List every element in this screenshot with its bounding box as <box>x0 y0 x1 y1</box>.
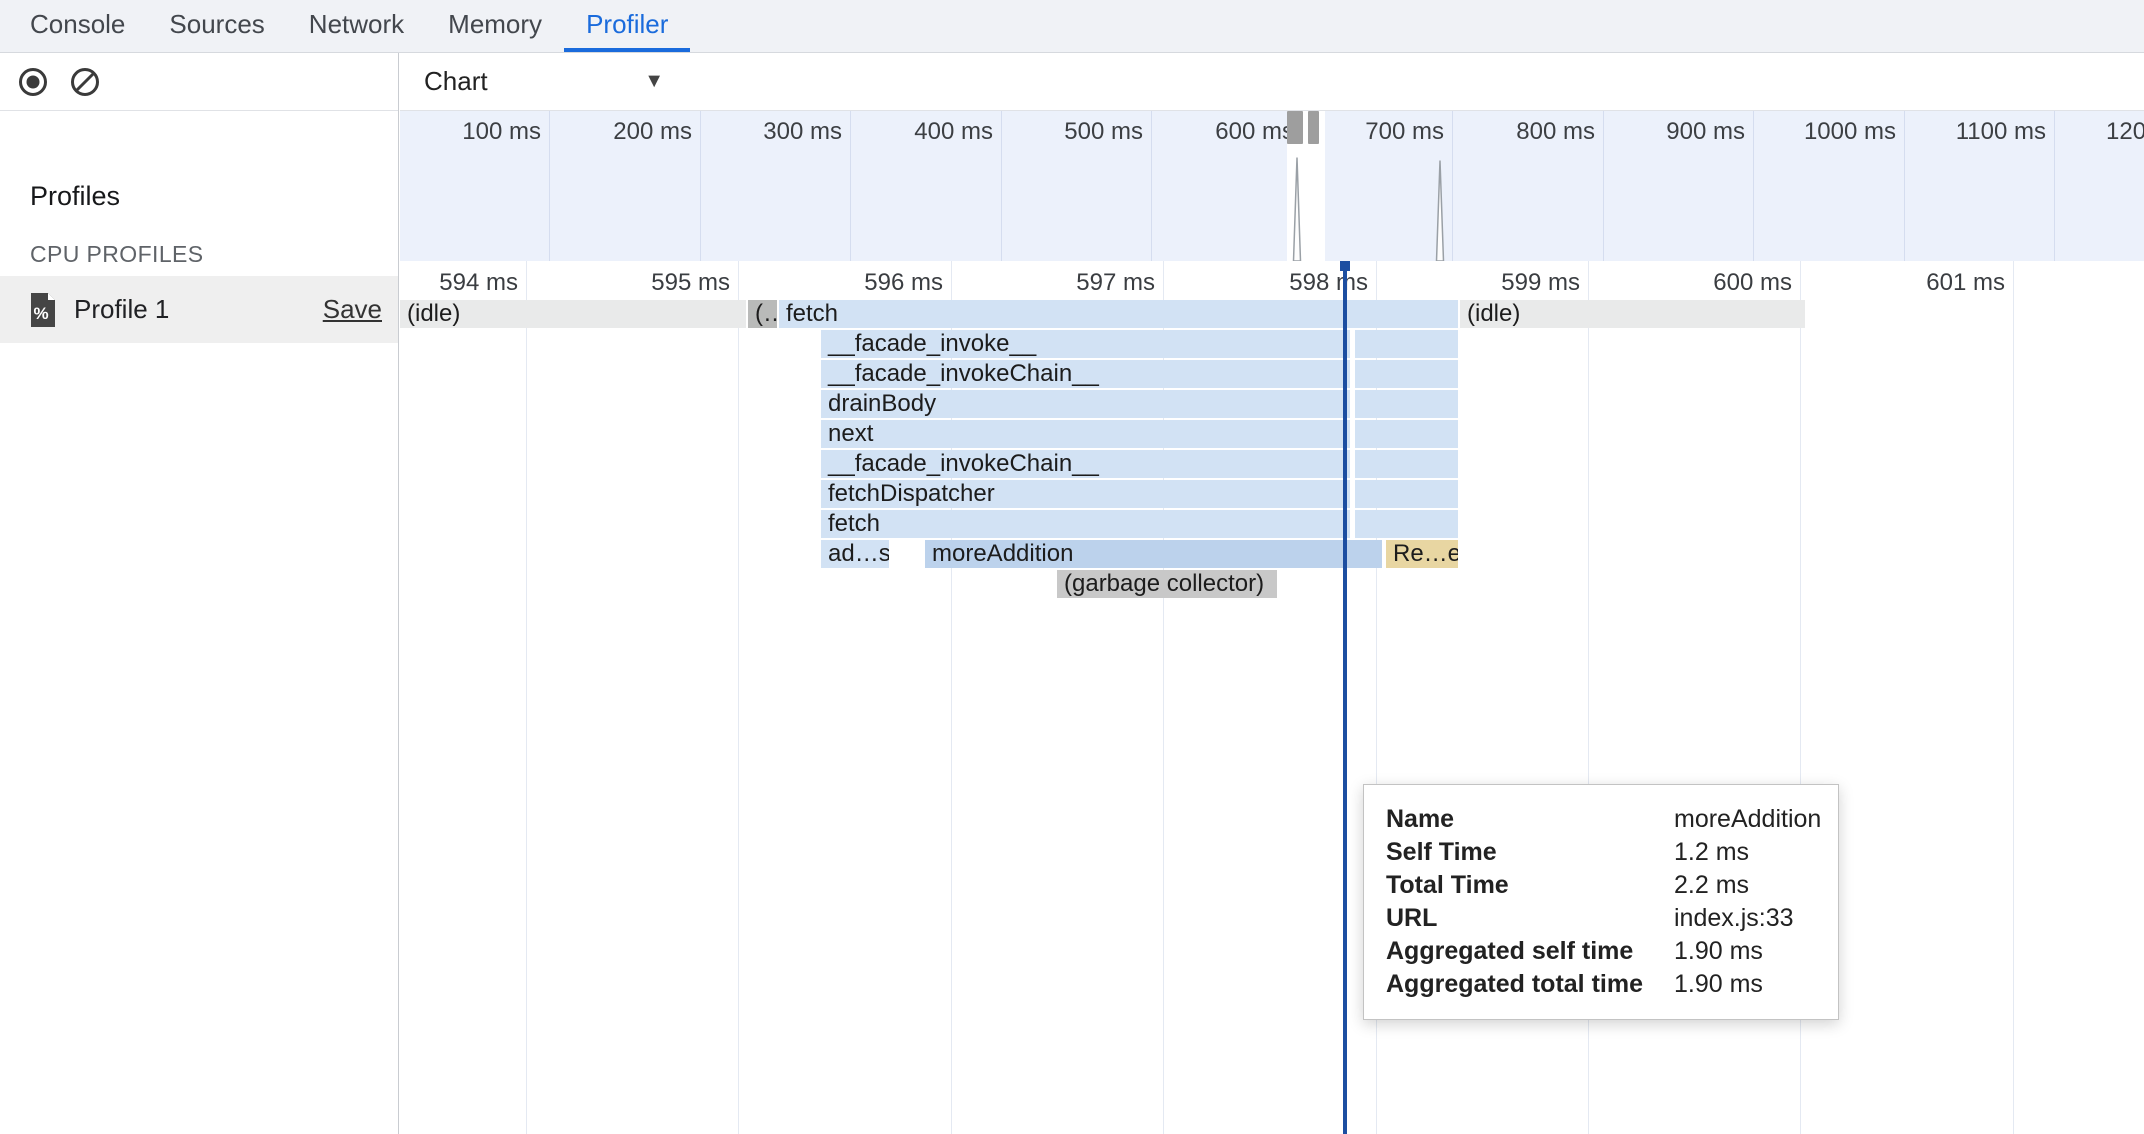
flame-ruler-label: 600 ms <box>1642 269 1792 297</box>
record-profile-button[interactable] <box>16 65 50 99</box>
flame-bar-idle[interactable]: (idle) <box>400 300 746 328</box>
chevron-down-icon: ▼ <box>644 70 664 93</box>
overview-tick-label: 600 ms <box>1144 118 1294 146</box>
tooltip-value: moreAddition <box>1674 803 1821 836</box>
selection-handle[interactable] <box>1308 111 1319 144</box>
current-time-line[interactable] <box>1343 261 1347 1134</box>
flame-bar-drainbody[interactable]: drainBody <box>821 390 1350 418</box>
profiles-sidebar: Profiles CPU PROFILES % Profile 1 Save <box>0 53 399 1134</box>
flame-bar-facade-invokechain[interactable] <box>1355 360 1458 388</box>
tooltip-row: Self Time1.2 ms <box>1386 836 1816 869</box>
tab-bar: ConsoleSourcesNetworkMemoryProfiler <box>0 0 2144 53</box>
flame-gridline <box>738 261 739 1134</box>
flame-ruler-label: 594 ms <box>400 269 518 297</box>
tooltip-value: index.js:33 <box>1674 902 1816 935</box>
flame-ruler-label: 599 ms <box>1430 269 1580 297</box>
tooltip-label: URL <box>1386 902 1674 935</box>
tooltip-value: 1.90 ms <box>1674 935 1816 968</box>
flame-bar-moreaddition[interactable]: moreAddition <box>925 540 1382 568</box>
flame-bar-facade-invokechain[interactable] <box>1355 450 1458 478</box>
tooltip-row: Aggregated total time1.90 ms <box>1386 968 1816 1001</box>
overview-tick-label: 800 ms <box>1445 118 1595 146</box>
overview-tick-label: 900 ms <box>1595 118 1745 146</box>
flame-bar-addnumbers[interactable]: ad…s <box>821 540 889 568</box>
overview-tick-label: 100 ms <box>400 118 541 146</box>
profiles-title: Profiles <box>30 181 120 212</box>
flame-ruler-label: 596 ms <box>793 269 943 297</box>
flame-bar-fetchdispatcher[interactable]: fetchDispatcher <box>821 480 1350 508</box>
flame-bar-drainbody[interactable] <box>1355 390 1458 418</box>
selection-handle[interactable] <box>1287 111 1303 144</box>
clear-icon <box>69 66 101 98</box>
flame-bar-fetchdispatcher[interactable] <box>1355 480 1458 508</box>
flame-bar-next[interactable]: next <box>821 420 1350 448</box>
profile-item-profile-1[interactable]: % Profile 1 Save <box>0 276 398 343</box>
overview-tick-label: 1000 ms <box>1746 118 1896 146</box>
record-icon <box>17 66 49 98</box>
tab-memory[interactable]: Memory <box>426 0 564 52</box>
overview-tick-label: 1200 ms <box>2106 118 2144 146</box>
tooltip-label: Aggregated self time <box>1386 935 1674 968</box>
overview-tick-label: 500 ms <box>993 118 1143 146</box>
profile-document-icon: % <box>28 292 58 328</box>
overview-tick-label: 1100 ms <box>1896 118 2046 146</box>
flame-bar-truncated[interactable]: (… <box>748 300 777 328</box>
flame-gridline <box>2013 261 2014 1134</box>
flame-bar-facade-invoke[interactable] <box>1355 330 1458 358</box>
tooltip-row: Aggregated self time1.90 ms <box>1386 935 1816 968</box>
tab-console[interactable]: Console <box>8 0 147 52</box>
flame-bar-facade-invokechain[interactable]: __facade_invokeChain__ <box>821 450 1350 478</box>
view-mode-value: Chart <box>424 66 644 97</box>
timeline-overview[interactable]: 100 ms200 ms300 ms400 ms500 ms600 ms700 … <box>400 111 2144 262</box>
flame-bar-fetch[interactable]: fetch <box>821 510 1350 538</box>
clear-profiles-button[interactable] <box>68 65 102 99</box>
view-mode-select[interactable]: Chart ▼ <box>424 66 664 97</box>
save-profile-link[interactable]: Save <box>323 294 382 325</box>
flame-chart: NamemoreAdditionSelf Time1.2 msTotal Tim… <box>400 261 2144 1134</box>
tab-network[interactable]: Network <box>287 0 426 52</box>
profiles-toolbar <box>0 53 398 111</box>
tooltip-label: Aggregated total time <box>1386 968 1674 1001</box>
tab-sources[interactable]: Sources <box>147 0 286 52</box>
tooltip-row: URLindex.js:33 <box>1386 902 1816 935</box>
tooltip-value: 1.2 ms <box>1674 836 1816 869</box>
profile-name: Profile 1 <box>74 294 323 325</box>
svg-text:%: % <box>33 304 48 323</box>
flame-bar-facade-invokechain[interactable]: __facade_invokeChain__ <box>821 360 1350 388</box>
flame-ruler-label: 595 ms <box>580 269 730 297</box>
flame-ruler-label: 597 ms <box>1005 269 1155 297</box>
profiler-main-panel: Chart ▼ 100 ms200 ms300 ms400 ms500 ms60… <box>400 53 2144 1134</box>
cpu-activity-spike <box>1435 159 1445 261</box>
tooltip-row: NamemoreAddition <box>1386 803 1816 836</box>
tooltip-label: Self Time <box>1386 836 1674 869</box>
flame-bar-next[interactable] <box>1355 420 1458 448</box>
overview-tick-label: 400 ms <box>843 118 993 146</box>
overview-tick-label: 300 ms <box>692 118 842 146</box>
cpu-activity-spike <box>1292 156 1302 261</box>
tooltip-value: 1.90 ms <box>1674 968 1816 1001</box>
chart-toolbar: Chart ▼ <box>400 53 2144 111</box>
flame-bar-fetch[interactable] <box>1355 510 1458 538</box>
tab-profiler[interactable]: Profiler <box>564 0 690 52</box>
tooltip-label: Name <box>1386 803 1674 836</box>
flame-bar-facade-invoke[interactable]: __facade_invoke__ <box>821 330 1350 358</box>
flame-ruler-label: 601 ms <box>1855 269 2005 297</box>
tooltip-row: Total Time2.2 ms <box>1386 869 1816 902</box>
flame-bar-fetch[interactable]: fetch <box>779 300 1458 328</box>
tooltip-value: 2.2 ms <box>1674 869 1816 902</box>
frame-tooltip: NamemoreAdditionSelf Time1.2 msTotal Tim… <box>1363 784 1839 1020</box>
flame-bar-garbage-collector[interactable]: (garbage collector) <box>1057 570 1277 598</box>
devtools-profiler-panel: ConsoleSourcesNetworkMemoryProfiler Prof… <box>0 0 2144 1134</box>
overview-gridline <box>2054 111 2055 261</box>
flame-bar-response[interactable]: Re…e <box>1386 540 1458 568</box>
flame-bar-idle[interactable]: (idle) <box>1460 300 1805 328</box>
tooltip-label: Total Time <box>1386 869 1674 902</box>
cpu-profiles-section-label: CPU PROFILES <box>30 241 204 268</box>
overview-tick-label: 200 ms <box>542 118 692 146</box>
flame-gridline <box>526 261 527 1134</box>
